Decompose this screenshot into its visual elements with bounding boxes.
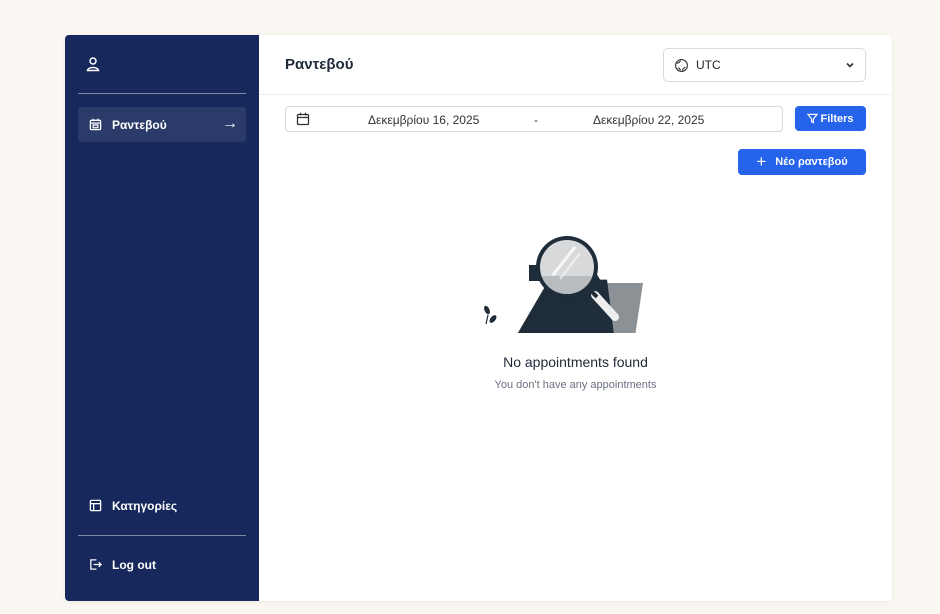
sidebar-divider (78, 93, 246, 94)
sidebar-item-label: Κατηγορίες (112, 498, 178, 513)
timezone-select[interactable]: UTC (663, 48, 866, 82)
sidebar-item-appointments[interactable]: Ραντεβού → (78, 107, 246, 142)
sidebar-item-categories[interactable]: Κατηγορίες (78, 488, 246, 523)
app-window: Ραντεβού → Κατηγορίες Log out Ραντεβού U… (65, 35, 892, 601)
globe-icon (675, 58, 688, 72)
header-divider (259, 94, 892, 95)
date-range-picker[interactable]: Δεκεμβρίου 16, 2025 - Δεκεμβρίου 22, 202… (285, 106, 783, 132)
date-start: Δεκεμβρίου 16, 2025 (368, 113, 480, 127)
sidebar: Ραντεβού → Κατηγορίες Log out (65, 35, 259, 601)
leaf-icon (484, 305, 497, 325)
calendar-icon (296, 112, 310, 126)
empty-state-title: No appointments found (503, 354, 648, 370)
logout-button[interactable]: Log out (78, 547, 246, 582)
sidebar-divider (78, 535, 246, 536)
empty-state-subtitle: You don't have any appointments (494, 379, 657, 391)
sidebar-item-label: Ραντεβού (112, 117, 167, 132)
date-end: Δεκεμβρίου 22, 2025 (593, 113, 705, 127)
filter-icon (807, 113, 819, 124)
chevron-down-icon (846, 62, 854, 68)
new-appointment-button[interactable]: + Νέο ραντεβού (738, 149, 866, 175)
logout-icon (88, 558, 102, 572)
arrow-right-icon: → (222, 115, 238, 132)
folder-magnifier-illustration (484, 236, 643, 333)
user-icon[interactable] (85, 56, 101, 72)
filters-button[interactable]: Filters (795, 106, 866, 131)
page-title: Ραντεβού (285, 56, 354, 73)
new-appointment-label: Νέο ραντεβού (775, 156, 848, 168)
main-content: Ραντεβού UTC Δεκεμβρίου 16, 2025 - Δεκεμ… (259, 35, 892, 601)
date-separator: - (534, 113, 538, 127)
timezone-value: UTC (696, 58, 721, 72)
filters-label: Filters (820, 112, 854, 125)
plus-icon: + (756, 152, 767, 171)
calendar-icon (88, 118, 102, 132)
categories-icon (88, 499, 102, 513)
logout-label: Log out (112, 557, 156, 572)
